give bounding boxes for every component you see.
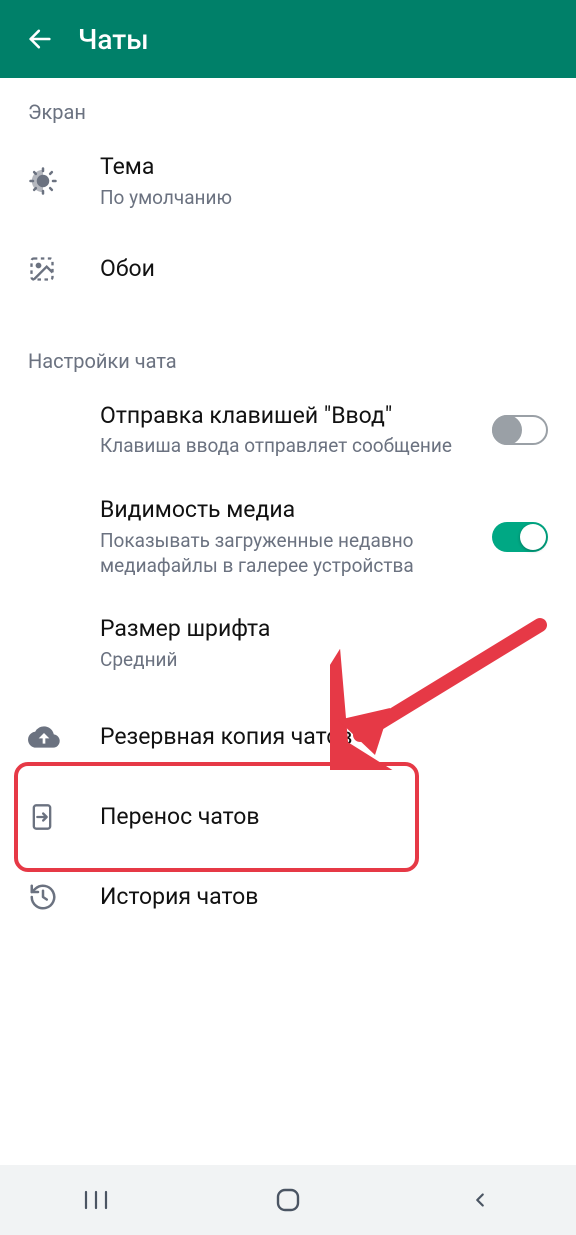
settings-content: Экран Тема По умолчанию Обои Настройки ч… (0, 78, 576, 937)
nav-recents[interactable] (66, 1180, 126, 1220)
section-header-chat-settings: Настройки чата (0, 309, 576, 383)
row-enter-send[interactable]: Отправка клавишей "Ввод" Клавиша ввода о… (0, 383, 576, 478)
enter-send-title: Отправка клавишей "Ввод" (100, 401, 480, 431)
recents-icon (82, 1189, 110, 1211)
row-media-visibility[interactable]: Видимость медиа Показывать загруженные н… (0, 477, 576, 596)
font-size-title: Размер шрифта (100, 614, 548, 644)
theme-icon (28, 166, 72, 196)
row-theme[interactable]: Тема По умолчанию (0, 134, 576, 229)
theme-title: Тема (100, 152, 548, 182)
row-wallpaper[interactable]: Обои (0, 229, 576, 309)
media-visibility-sub: Показывать загруженные недавно медиафайл… (100, 529, 480, 578)
nav-home[interactable] (258, 1180, 318, 1220)
cloud-upload-icon (28, 721, 72, 753)
theme-sub: По умолчанию (100, 186, 548, 211)
transfer-icon (28, 803, 72, 831)
home-icon (275, 1187, 301, 1213)
transfer-title: Перенос чатов (100, 802, 548, 832)
media-visibility-title: Видимость медиа (100, 495, 480, 525)
history-title: История чатов (100, 882, 548, 912)
enter-send-sub: Клавиша ввода отправляет сообщение (100, 434, 480, 459)
media-visibility-toggle[interactable] (492, 522, 548, 552)
system-navbar (0, 1165, 576, 1235)
font-size-sub: Средний (100, 648, 548, 673)
arrow-left-icon (26, 25, 54, 53)
chevron-left-icon (469, 1189, 491, 1211)
row-history[interactable]: История чатов (0, 857, 576, 937)
wallpaper-icon (28, 255, 72, 283)
wallpaper-title: Обои (100, 254, 548, 284)
enter-send-toggle[interactable] (492, 415, 548, 445)
app-header: Чаты (0, 0, 576, 78)
section-header-screen: Экран (0, 78, 576, 134)
page-title: Чаты (78, 23, 149, 56)
backup-title: Резервная копия чатов (100, 722, 548, 752)
back-button[interactable] (20, 19, 60, 59)
row-font-size[interactable]: Размер шрифта Средний (0, 596, 576, 691)
row-backup[interactable]: Резервная копия чатов (0, 697, 576, 777)
nav-back[interactable] (450, 1180, 510, 1220)
history-icon (28, 882, 72, 912)
row-transfer[interactable]: Перенос чатов (0, 777, 576, 857)
